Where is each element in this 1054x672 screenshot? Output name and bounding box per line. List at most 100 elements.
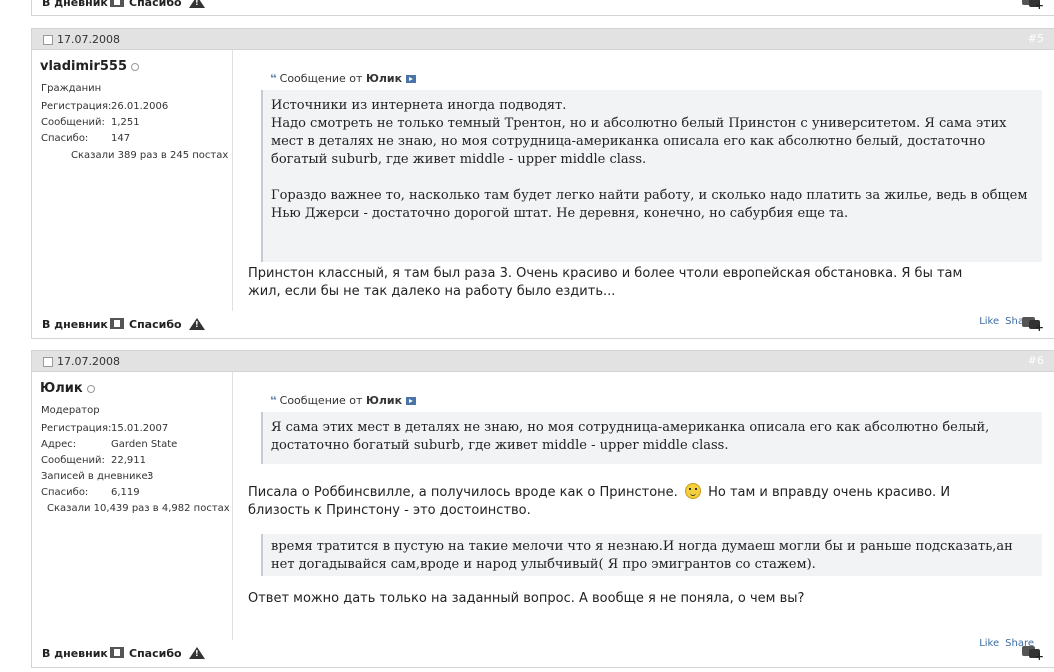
user-info-panel: Юлик Модератор Регистрация:15.01.2007 Ад… (32, 372, 233, 640)
offline-status-icon (131, 62, 140, 71)
thanks-label: Спасибо (129, 647, 182, 660)
stat-label: Регистрация: (41, 423, 112, 434)
quote-header: ❛❛ Сообщение от Юлик (270, 72, 417, 85)
post-body-line: Писала о Роббинсвилле, а получилось врод… (248, 483, 1036, 502)
thanks-summary: Сказали 389 раз в 245 постах (71, 150, 229, 161)
post: 17.07.2008 #6 Юлик Модератор Регистрация… (31, 350, 1054, 668)
user-stat-row: Регистрация:26.01.2006 (41, 101, 168, 112)
quote-line: Источники из интернета иногда подводят. (271, 98, 567, 113)
post-footer: В дневник Спасибо + (32, 312, 1054, 338)
user-stat-row: Спасибо: 6,119 (41, 487, 140, 498)
quote-author: Юлик (365, 394, 403, 407)
user-stat-row: Спасибо: 147 (41, 133, 130, 144)
post-header: 17.07.2008 #5 (32, 29, 1054, 50)
post-footer: В дневник Спасибо + (32, 641, 1054, 667)
quote-line: время тратится в пустую на такие мелочи … (271, 539, 1013, 554)
view-post-icon[interactable] (406, 75, 417, 83)
post-body-line: жил, если бы не так далеко на работу был… (248, 284, 616, 299)
user-title: Модератор (41, 405, 100, 416)
report-icon[interactable] (189, 0, 205, 8)
offline-status-icon (86, 384, 95, 393)
thanks-icon (110, 0, 124, 7)
stat-value: 6,119 (111, 487, 140, 498)
thanks-summary: Сказали 10,439 раз в 4,982 постах (47, 503, 230, 514)
quote-author: Юлик (365, 72, 403, 85)
stat-label: Сообщений: (41, 455, 105, 466)
stat-label: Записей в дневнике: (41, 471, 152, 482)
thanks-icon (110, 318, 124, 329)
stat-label: Спасибо: (41, 487, 89, 498)
quote-box: Я сама этих мест в деталях не знаю, но м… (261, 412, 1042, 464)
quote-prefix: Сообщение от (279, 394, 363, 407)
smiley-icon (684, 483, 701, 499)
user-stat-row: Адрес: Garden State (41, 439, 177, 450)
quote-box: время тратится в пустую на такие мелочи … (261, 534, 1042, 576)
quote-spacer (271, 169, 1032, 187)
quote-line: Нью Джерси - достаточно дорогой штат. Не… (271, 206, 849, 221)
post-header: 17.07.2008 #6 (32, 351, 1054, 372)
stat-value: 15.01.2007 (111, 423, 169, 434)
blog-button[interactable]: В дневник (42, 318, 108, 331)
quote-reply-icon[interactable]: + (1022, 0, 1044, 12)
stat-value: 22,911 (111, 455, 146, 466)
quote-line: Гораздо важнее то, насколько там будет л… (271, 188, 1028, 203)
post-body: Писала о Роббинсвилле, а получилось врод… (248, 483, 1036, 520)
post-body-line: Принстон классный, я там был раза 3. Оче… (248, 266, 963, 281)
stat-label: Сообщений: (41, 117, 105, 128)
user-stat-row: Регистрация:15.01.2007 (41, 423, 168, 434)
report-icon[interactable] (189, 318, 205, 330)
quote-line: богатый suburb, где живет middle - upper… (271, 152, 647, 167)
quote-icon: ❛❛ (270, 394, 277, 407)
post-body-line: близость к Принстону - это достоинство. (248, 503, 531, 518)
report-icon[interactable] (189, 647, 205, 659)
post-date: 17.07.2008 (57, 33, 120, 46)
quote-reply-icon[interactable]: + (1022, 645, 1044, 663)
quote-line: Я сама этих мест в деталях не знаю, но м… (271, 420, 990, 435)
username-text[interactable]: vladimir555 (40, 59, 127, 74)
username[interactable]: vladimir555 (40, 59, 140, 74)
post-body-line: Ответ можно дать только на заданный вопр… (248, 591, 805, 606)
thanks-icon (110, 647, 124, 658)
user-title: Гражданин (41, 83, 102, 94)
post-body: Ответ можно дать только на заданный вопр… (248, 590, 1036, 608)
username-text[interactable]: Юлик (40, 381, 83, 396)
stat-label: Адрес: (41, 439, 77, 450)
quote-line: достаточно богатый suburb, где живет mid… (271, 438, 729, 453)
post-number-link[interactable]: #5 (1028, 32, 1044, 45)
post-body-text: Но там и вправду очень красиво. И (708, 485, 951, 500)
user-stat-row: Сообщений: 1,251 (41, 117, 140, 128)
quote-line: Надо смотреть не только темный Трентон, … (271, 116, 1007, 131)
thanks-button[interactable]: Спасибо (110, 318, 182, 331)
previous-post-footer: В дневник Спасибо + (31, 0, 1054, 16)
quote-line: мест в деталях не знаю, но моя сотрудниц… (271, 134, 986, 149)
quote-header: ❛❛ Сообщение от Юлик (270, 394, 417, 407)
thanks-label: Спасибо (129, 318, 182, 331)
thanks-button[interactable]: Спасибо (110, 0, 182, 9)
stat-value: 3 (147, 471, 154, 482)
stat-label: Регистрация: (41, 101, 112, 112)
blog-button[interactable]: В дневник (42, 647, 108, 660)
quote-prefix: Сообщение от (279, 72, 363, 85)
post-number-link[interactable]: #6 (1028, 354, 1044, 367)
stat-value: 1,251 (111, 117, 140, 128)
post-body-text: Писала о Роббинсвилле, а получилось врод… (248, 485, 678, 500)
stat-value: 147 (111, 133, 131, 144)
view-post-icon[interactable] (406, 397, 417, 405)
thanks-label: Спасибо (129, 0, 182, 9)
blog-button[interactable]: В дневник (42, 0, 108, 9)
user-stat-row: Сообщений: 22,911 (41, 455, 146, 466)
thanks-button[interactable]: Спасибо (110, 647, 182, 660)
post-status-icon (43, 35, 53, 45)
post-date: 17.07.2008 (57, 355, 120, 368)
quote-icon: ❛❛ (270, 72, 277, 85)
quote-reply-icon[interactable]: + (1022, 316, 1044, 334)
post-body: Принстон классный, я там был раза 3. Оче… (248, 265, 1036, 301)
stat-label: Спасибо: (41, 133, 89, 144)
post-status-icon (43, 357, 53, 367)
quote-line: нет догадывайся сам,вроде и народ улыбчи… (271, 557, 816, 572)
post: 17.07.2008 #5 vladimir555 Гражданин Реги… (31, 28, 1054, 339)
username[interactable]: Юлик (40, 381, 95, 396)
user-stat-row: Записей в дневнике:3 (41, 471, 153, 482)
stat-value: Garden State (111, 439, 178, 450)
stat-value: 26.01.2006 (111, 101, 169, 112)
